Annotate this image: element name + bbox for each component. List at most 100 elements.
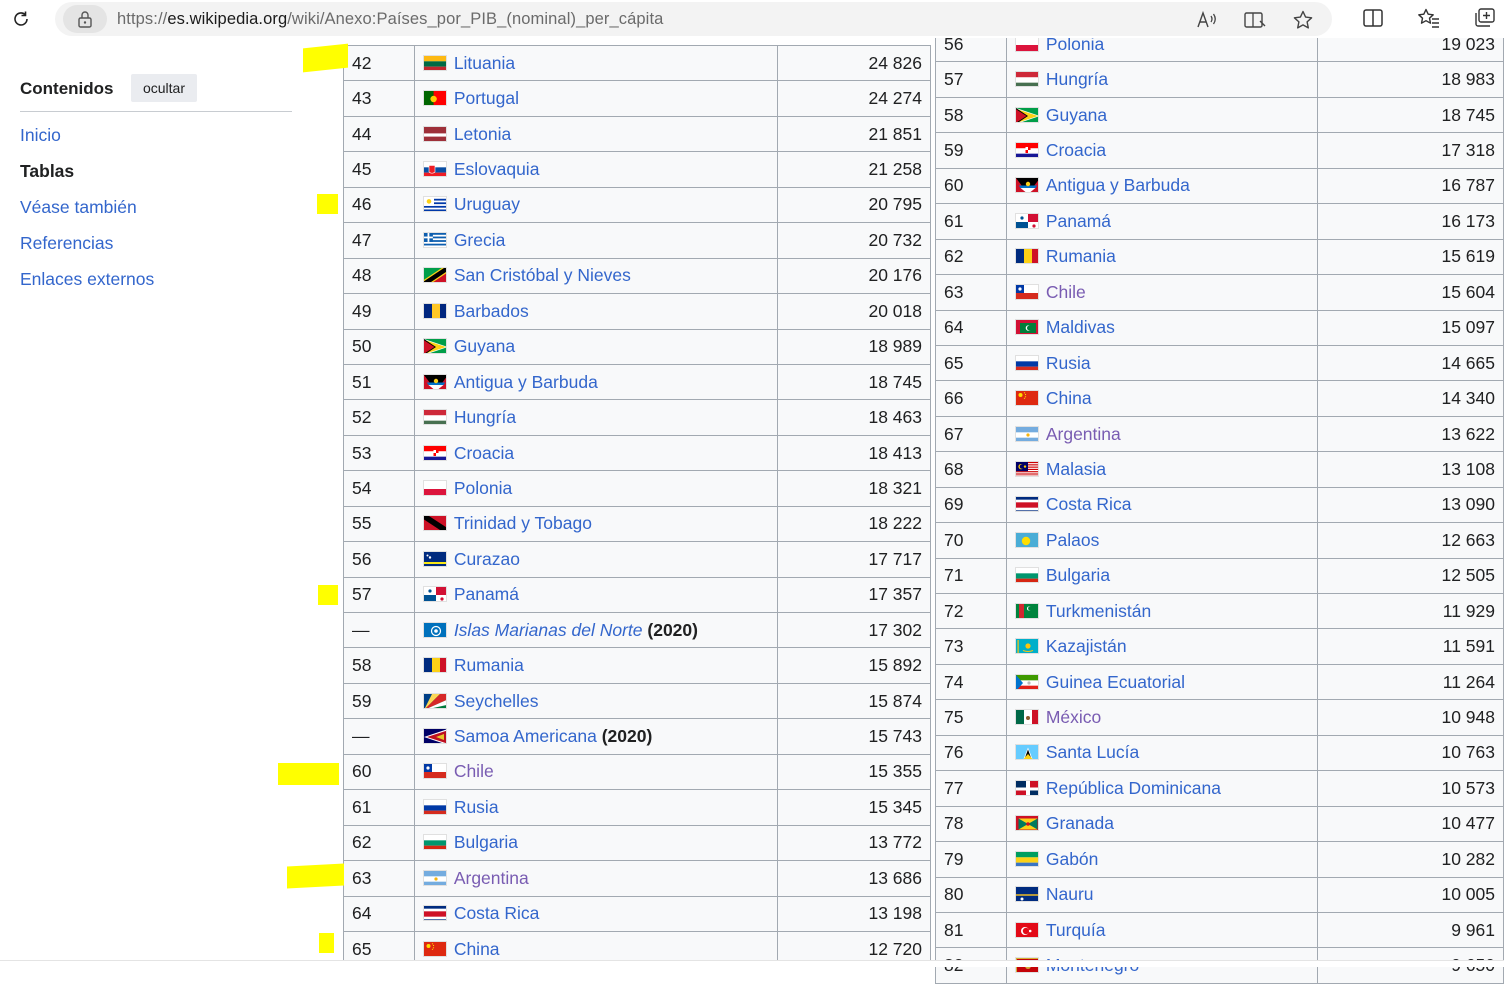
country-link[interactable]: Uruguay (454, 194, 520, 214)
country-link[interactable]: Chile (1046, 282, 1086, 302)
country-link[interactable]: Hungría (1046, 69, 1108, 89)
country-cell: Hungría (1005, 61, 1319, 98)
collections-icon[interactable] (1472, 6, 1498, 30)
country-link[interactable]: Hungría (454, 407, 516, 427)
immersive-reader-icon[interactable] (1242, 8, 1268, 32)
toc-item-enlaces-externos[interactable]: Enlaces externos (20, 269, 154, 290)
favorites-icon[interactable] (1416, 6, 1442, 30)
country-link[interactable]: San Cristóbal y Nieves (454, 265, 631, 285)
country-link[interactable]: Gabón (1046, 849, 1099, 869)
country-link[interactable]: Argentina (454, 868, 529, 888)
rank-cell: 68 (935, 451, 1007, 488)
favorite-star-icon[interactable] (1290, 8, 1316, 32)
country-link[interactable]: Palaos (1046, 530, 1100, 550)
address-bar[interactable]: https://es.wikipedia.org/wiki/Anexo:País… (55, 2, 1332, 36)
country-link[interactable]: Turquía (1046, 920, 1106, 940)
toc-item-inicio[interactable]: Inicio (20, 125, 61, 146)
read-aloud-icon[interactable] (1194, 8, 1220, 32)
country-link[interactable]: Bulgaria (1046, 565, 1110, 585)
url-text[interactable]: https://es.wikipedia.org/wiki/Anexo:País… (117, 10, 663, 29)
gdp-value-cell: 10 005 (1317, 876, 1504, 913)
toc-item-referencias[interactable]: Referencias (20, 233, 113, 254)
country-link[interactable]: Barbados (454, 301, 529, 321)
rank-cell: 81 (935, 911, 1007, 949)
country-link[interactable]: Kazajistán (1046, 636, 1127, 656)
year-note: (2020) (647, 619, 698, 640)
rank-cell: 59 (343, 682, 415, 720)
country-link[interactable]: Malasia (1046, 459, 1106, 479)
country-link[interactable]: Nauru (1046, 884, 1094, 904)
country-cell: Argentina (1005, 415, 1319, 453)
toc-hide-button[interactable]: ocultar (131, 74, 197, 102)
country-link[interactable]: Turkmenistán (1046, 601, 1151, 621)
country-link[interactable]: Guinea Ecuatorial (1046, 672, 1185, 692)
country-link[interactable]: Rusia (1046, 353, 1091, 373)
country-link[interactable]: Maldivas (1046, 317, 1115, 337)
country-link[interactable]: Rumania (454, 655, 524, 675)
table-row: 70 Palaos 12 663 (935, 522, 1504, 559)
country-link[interactable]: China (1046, 388, 1092, 408)
table-row: 68 Malasia 13 108 (935, 451, 1504, 488)
table-row: 49 Barbados 20 018 (343, 293, 931, 330)
rank-cell: 69 (935, 486, 1007, 524)
country-cell: Uruguay (413, 186, 779, 224)
split-screen-icon[interactable] (1360, 6, 1386, 30)
country-link[interactable]: Costa Rica (454, 903, 540, 923)
gdp-value-cell: 13 686 (777, 860, 931, 897)
gdp-value-cell: 18 983 (1317, 61, 1504, 98)
rank-cell: 78 (935, 805, 1007, 843)
country-link[interactable]: Antigua y Barbuda (1046, 175, 1190, 195)
country-link[interactable]: Costa Rica (1046, 494, 1132, 514)
country-link[interactable]: Argentina (1046, 424, 1121, 444)
table-row: 43 Portugal 24 274 (343, 80, 931, 117)
toc-item-tablas[interactable]: Tablas (20, 161, 74, 182)
country-link[interactable]: Panamá (1046, 211, 1111, 231)
country-link[interactable]: Santa Lucía (1046, 742, 1139, 762)
country-link[interactable]: República Dominicana (1046, 778, 1221, 798)
country-link[interactable]: China (454, 939, 500, 959)
country-link[interactable]: Croacia (1046, 140, 1106, 160)
country-link[interactable]: México (1046, 707, 1101, 727)
country-link[interactable]: Rusia (454, 797, 499, 817)
reload-icon[interactable] (8, 6, 34, 32)
seychelles-flag-icon (422, 692, 447, 709)
country-link[interactable]: Chile (454, 761, 494, 781)
country-link[interactable]: Portugal (454, 88, 519, 108)
table-row: 64 Costa Rica 13 198 (343, 895, 931, 932)
costarica-flag-icon (422, 905, 447, 922)
table-row: 74 Guinea Ecuatorial 11 264 (935, 663, 1504, 701)
gabon-flag-icon (1014, 850, 1039, 867)
country-link[interactable]: Letonia (454, 124, 511, 144)
toc-item-vease-tambien[interactable]: Véase también (20, 197, 137, 218)
gdp-value-cell: 10 763 (1317, 734, 1504, 772)
country-link[interactable]: Samoa Americana (454, 726, 597, 746)
country-link[interactable]: Seychelles (454, 691, 539, 711)
country-link[interactable]: Granada (1046, 813, 1114, 833)
country-link[interactable]: Islas Marianas del Norte (454, 620, 643, 640)
china-flag-icon (422, 940, 447, 957)
rank-cell: 44 (343, 115, 415, 153)
country-link[interactable]: Croacia (454, 443, 514, 463)
rank-cell: 42 (343, 44, 415, 82)
country-link[interactable]: Rumania (1046, 246, 1116, 266)
country-link[interactable]: Guyana (1046, 105, 1107, 125)
country-cell: Croacia (1005, 132, 1319, 169)
country-link[interactable]: Antigua y Barbuda (454, 372, 598, 392)
country-link[interactable]: Panamá (454, 584, 519, 604)
lock-icon[interactable] (63, 5, 107, 33)
gdp-value-cell: 15 743 (777, 718, 931, 755)
gdp-value-cell: 12 505 (1317, 557, 1504, 595)
antigua-flag-icon (1014, 177, 1039, 194)
country-link[interactable]: Eslovaquia (454, 159, 540, 179)
gdp-value-cell: 10 477 (1317, 805, 1504, 843)
country-link[interactable]: Trinidad y Tobago (454, 513, 592, 533)
palau-flag-icon (1014, 531, 1039, 548)
country-link[interactable]: Bulgaria (454, 832, 518, 852)
country-link[interactable]: Grecia (454, 230, 506, 250)
country-link[interactable]: Curazao (454, 549, 520, 569)
country-link[interactable]: Lituania (454, 53, 515, 73)
country-link[interactable]: Guyana (454, 336, 515, 356)
country-cell: República Dominicana (1005, 770, 1319, 807)
country-link[interactable]: Polonia (454, 478, 512, 498)
guyana-flag-icon (422, 338, 447, 355)
